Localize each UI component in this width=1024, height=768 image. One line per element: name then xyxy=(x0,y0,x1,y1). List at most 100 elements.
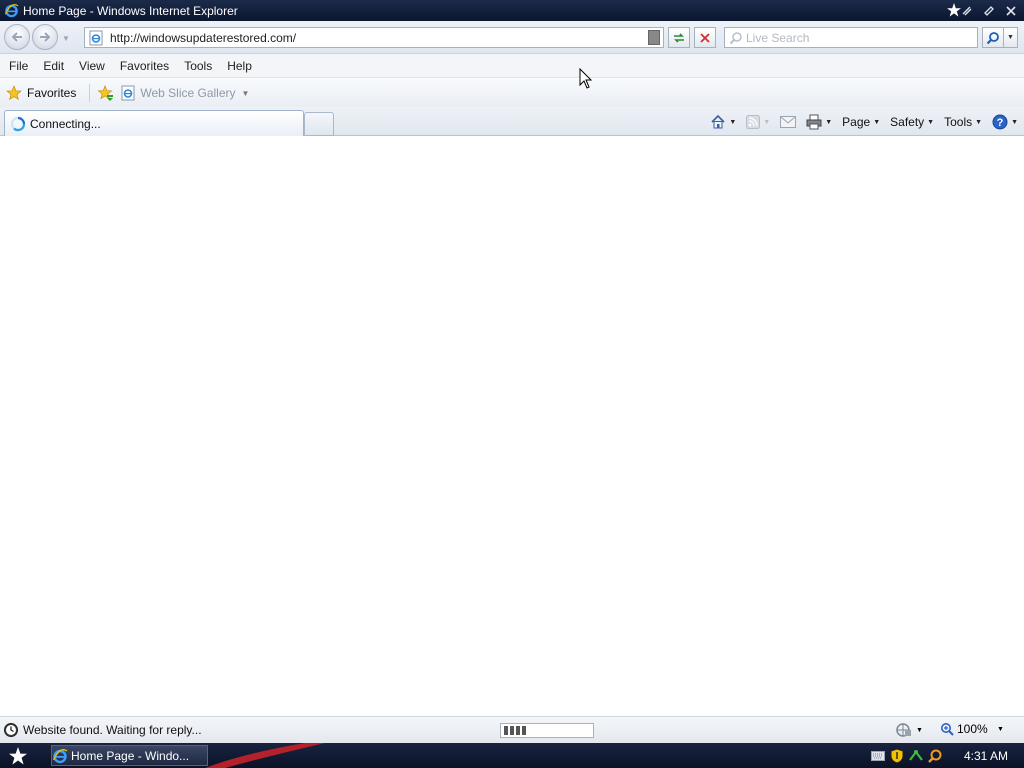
stop-button[interactable] xyxy=(694,27,716,48)
keyboard-glyph xyxy=(870,750,885,761)
web-slice-page-icon xyxy=(121,85,135,101)
safety-menu-button[interactable]: Safety ▼ xyxy=(890,115,934,129)
search-icon xyxy=(729,31,742,44)
status-text: Website found. Waiting for reply... xyxy=(23,723,202,737)
favorites-button[interactable]: Favorites xyxy=(6,85,76,101)
loading-spinner-icon xyxy=(10,116,26,132)
favorites-label: Favorites xyxy=(27,86,77,100)
search-tray-icon[interactable] xyxy=(927,748,943,764)
web-slice-gallery-link[interactable]: Web Slice Gallery ▼ xyxy=(120,85,249,101)
web-slice-gallery-label: Web Slice Gallery xyxy=(140,86,236,100)
address-url: http://windowsupdaterestored.com/ xyxy=(110,30,297,45)
search-options-dropdown[interactable]: ▼ xyxy=(1004,27,1018,48)
favorites-separator xyxy=(89,84,91,102)
refresh-button[interactable] xyxy=(668,27,690,48)
security-zone-button[interactable]: ▼ xyxy=(895,722,923,738)
clock-status-icon xyxy=(4,723,18,737)
security-shield-icon[interactable] xyxy=(889,747,905,764)
zoom-icon xyxy=(941,723,954,736)
chevron-down-icon: ▼ xyxy=(975,118,983,126)
tools-menu-button[interactable]: Tools ▼ xyxy=(944,115,982,129)
network-glyph xyxy=(909,749,923,761)
taskbar-button-ie[interactable]: Home Page - Windo... xyxy=(51,745,208,766)
help-button[interactable]: ? ▼ xyxy=(992,114,1018,130)
page-content[interactable] xyxy=(0,136,1024,716)
feeds-button[interactable]: ▼ xyxy=(746,115,770,129)
minimize-button[interactable] xyxy=(958,2,976,19)
progress-block xyxy=(522,726,526,735)
network-icon[interactable] xyxy=(908,748,924,764)
page-menu-button[interactable]: Page ▼ xyxy=(842,115,880,129)
back-button[interactable] xyxy=(4,24,30,50)
menu-help[interactable]: Help xyxy=(218,59,258,73)
maximize-icon xyxy=(984,5,994,16)
progress-block xyxy=(504,726,508,735)
ie-logo-icon xyxy=(4,3,19,18)
menu-favorites[interactable]: Favorites xyxy=(111,59,175,73)
tab-active[interactable]: Connecting... xyxy=(4,110,304,137)
home-button[interactable]: ▼ xyxy=(710,114,736,130)
progress-block xyxy=(510,726,514,735)
safety-menu-label: Safety xyxy=(890,115,925,129)
taskbar-decoration xyxy=(205,743,325,768)
menu-view[interactable]: View xyxy=(70,59,111,73)
maximize-button[interactable] xyxy=(980,2,998,19)
close-button[interactable] xyxy=(1002,2,1020,19)
menu-tools[interactable]: Tools xyxy=(175,59,218,73)
help-dropdown-icon[interactable]: ▼ xyxy=(1011,119,1018,126)
forward-button[interactable] xyxy=(32,24,58,50)
start-star-icon xyxy=(9,746,27,764)
new-tab-button[interactable] xyxy=(304,112,334,136)
rss-feed-icon xyxy=(746,115,761,129)
chevron-down-icon: ▼ xyxy=(241,88,250,98)
zoom-button[interactable]: 100% xyxy=(940,722,988,736)
taskbar-button-label: Home Page - Windo... xyxy=(71,748,190,763)
chevron-down-icon: ▼ xyxy=(927,118,935,126)
command-bar: ▼ ▼ ▼ Page ▼ Safety ▼ Tools ▼ ? ▼ xyxy=(700,110,1018,134)
feeds-dropdown-icon[interactable]: ▼ xyxy=(763,119,770,126)
status-bar: Website found. Waiting for reply... ▼ 10… xyxy=(0,716,1024,743)
chevron-down-icon: ▼ xyxy=(873,118,881,126)
mouse-cursor-icon xyxy=(579,68,593,89)
start-button[interactable] xyxy=(7,745,29,767)
progress-block xyxy=(516,726,520,735)
stop-icon xyxy=(700,32,710,43)
read-mail-button[interactable] xyxy=(780,116,797,128)
keyboard-icon[interactable] xyxy=(870,748,886,764)
print-button[interactable]: ▼ xyxy=(806,114,832,130)
navigation-bar: ▼ http://windowsupdaterestored.com/ ▼ xyxy=(0,21,1024,54)
favorites-bar: Favorites Web Slice Gallery ▼ xyxy=(0,79,1024,107)
window-controls xyxy=(958,2,1020,19)
system-tray: 4:31 AM xyxy=(870,743,1024,768)
back-arrow-icon xyxy=(11,32,22,42)
minimize-icon xyxy=(962,6,972,15)
zoom-dropdown-icon[interactable]: ▼ xyxy=(997,726,1004,733)
close-icon xyxy=(1006,5,1016,16)
shield-glyph xyxy=(890,747,904,764)
menu-edit[interactable]: Edit xyxy=(34,59,70,73)
page-menu-label: Page xyxy=(842,115,871,129)
help-icon: ? xyxy=(992,114,1008,130)
clock[interactable]: 4:31 AM xyxy=(964,749,1008,763)
tools-menu-label: Tools xyxy=(944,115,973,129)
title-bar: Home Page - Windows Internet Explorer xyxy=(0,0,1024,21)
search-box[interactable] xyxy=(724,27,978,48)
address-bar[interactable]: http://windowsupdaterestored.com/ xyxy=(84,27,664,48)
browser-window: Home Page - Windows Internet Explorer ▼ xyxy=(0,0,1024,768)
search-input[interactable] xyxy=(746,30,966,45)
protected-mode-icon xyxy=(896,723,911,737)
ie-logo-icon xyxy=(52,748,68,763)
forward-arrow-icon xyxy=(40,32,51,42)
compatibility-view-icon[interactable] xyxy=(648,30,660,45)
home-dropdown-icon[interactable]: ▼ xyxy=(729,119,736,126)
search-go-button[interactable] xyxy=(982,27,1004,48)
svg-text:?: ? xyxy=(997,117,1004,129)
window-title: Home Page - Windows Internet Explorer xyxy=(23,3,238,18)
add-to-favorites-bar-icon[interactable] xyxy=(96,84,114,102)
tab-label: Connecting... xyxy=(30,117,101,131)
refresh-icon xyxy=(674,32,684,43)
menu-file[interactable]: File xyxy=(0,59,34,73)
print-dropdown-icon[interactable]: ▼ xyxy=(825,119,832,126)
recent-pages-dropdown[interactable]: ▼ xyxy=(62,34,70,43)
mail-icon xyxy=(780,116,797,128)
